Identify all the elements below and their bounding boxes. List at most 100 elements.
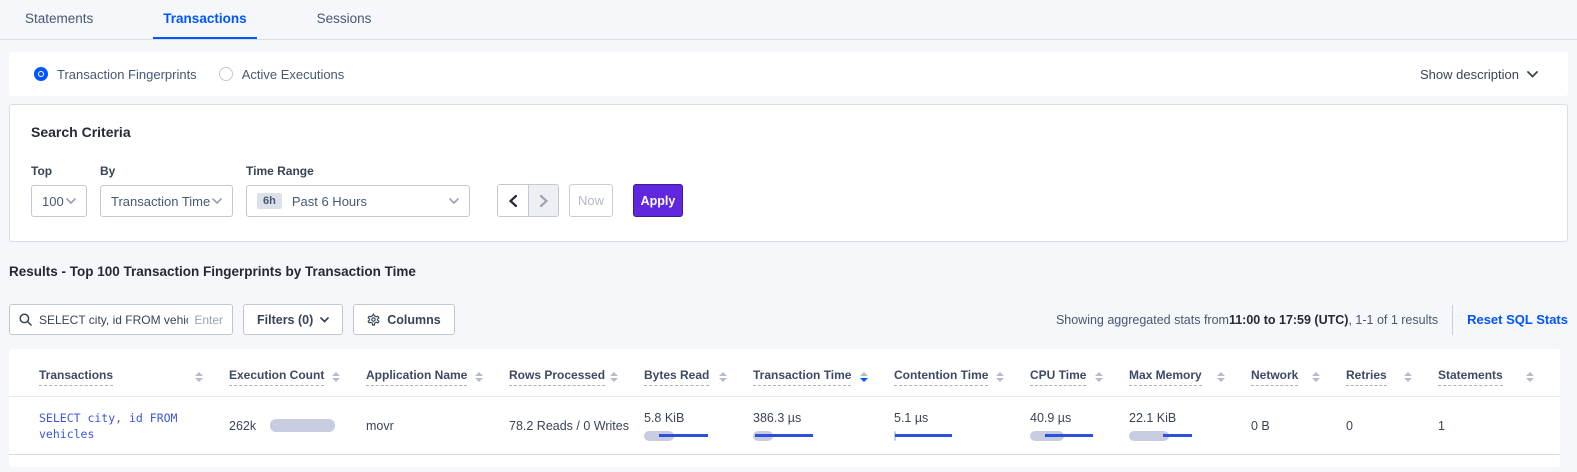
column-label: Retries	[1346, 368, 1387, 386]
column-header-retries[interactable]: Retries	[1346, 368, 1438, 386]
cpu-time-bar	[1030, 431, 1096, 441]
column-header-network[interactable]: Network	[1251, 368, 1346, 386]
columns-button[interactable]: Columns	[353, 304, 454, 335]
cell-rows-processed: 78.2 Reads / 0 Writes	[509, 418, 644, 433]
bytes-read-bar	[644, 431, 710, 441]
cell-transaction-time: 386.3 µs	[753, 411, 894, 441]
page-tabs: Statements Transactions Sessions	[0, 0, 1577, 40]
statements-value: 1	[1438, 419, 1445, 433]
column-label: Statements	[1438, 368, 1503, 386]
sort-icon[interactable]	[1217, 372, 1225, 382]
radio-transaction-fingerprints[interactable]: Transaction Fingerprints	[34, 67, 197, 82]
column-label: Bytes Read	[644, 368, 709, 386]
sort-icon[interactable]	[475, 372, 483, 382]
column-header-cpu-time[interactable]: CPU Time	[1030, 368, 1129, 386]
time-next-button[interactable]	[528, 185, 558, 216]
tab-statements[interactable]: Statements	[25, 0, 103, 39]
column-label: Transaction Time	[753, 368, 851, 386]
top-label: Top	[31, 164, 87, 178]
time-nav-group	[497, 184, 559, 217]
reset-sql-stats-link[interactable]: Reset SQL Stats	[1467, 312, 1568, 327]
sort-icon[interactable]	[1312, 372, 1320, 382]
cell-cpu-time: 40.9 µs	[1030, 411, 1129, 441]
column-label: CPU Time	[1030, 368, 1086, 386]
divider	[1452, 305, 1453, 335]
tab-sessions[interactable]: Sessions	[307, 0, 382, 39]
column-header-contention-time[interactable]: Contention Time	[894, 368, 1030, 386]
now-button[interactable]: Now	[569, 184, 613, 217]
column-label: Network	[1251, 368, 1298, 386]
contention-time-value: 5.1 µs	[894, 411, 1030, 425]
by-label: By	[100, 164, 233, 178]
column-header-transactions[interactable]: Transactions	[39, 368, 229, 386]
cell-network: 0 B	[1251, 418, 1346, 433]
time-range-value: Past 6 Hours	[292, 194, 367, 209]
column-header-execution-count[interactable]: Execution Count	[229, 368, 366, 386]
column-header-bytes-read[interactable]: Bytes Read	[644, 368, 753, 386]
results-toolbar: SELECT city, id FROM vehicles W Enter Fi…	[9, 304, 1568, 335]
sql-line: SELECT city, id FROM	[39, 410, 229, 426]
column-header-transaction-time[interactable]: Transaction Time	[753, 368, 894, 386]
cell-statements: 1	[1438, 418, 1560, 433]
sort-icon[interactable]	[1526, 372, 1534, 382]
filters-label: Filters (0)	[257, 313, 313, 327]
sort-icon[interactable]	[610, 372, 618, 382]
radio-active-executions[interactable]: Active Executions	[219, 67, 345, 82]
execution-count-value: 262k	[229, 419, 256, 433]
sort-icon[interactable]	[1095, 372, 1103, 382]
by-field: By Transaction Time	[100, 164, 233, 217]
column-label: Application Name	[366, 368, 467, 386]
stats-range: 11:00 to 17:59 (UTC)	[1229, 313, 1348, 327]
execution-count-bar	[270, 419, 335, 432]
aggregated-stats-text: Showing aggregated stats from 11:00 to 1…	[1056, 305, 1568, 335]
column-header-application-name[interactable]: Application Name	[366, 368, 509, 386]
transaction-time-value: 386.3 µs	[753, 411, 894, 425]
by-select[interactable]: Transaction Time	[100, 185, 233, 217]
sort-icon[interactable]	[195, 372, 203, 382]
by-value: Transaction Time	[111, 194, 210, 209]
chevron-left-icon	[509, 195, 517, 207]
apply-button[interactable]: Apply	[633, 184, 683, 217]
search-enter-hint: Enter	[194, 313, 223, 327]
sort-icon[interactable]	[332, 372, 340, 382]
radio-selected-icon	[34, 67, 48, 81]
tab-transactions[interactable]: Transactions	[153, 0, 256, 39]
chevron-down-icon	[212, 198, 222, 204]
sort-icon[interactable]	[996, 372, 1004, 382]
sort-icon[interactable]	[1404, 372, 1412, 382]
chevron-down-icon	[320, 317, 329, 323]
transaction-fingerprint-link[interactable]: SELECT city, id FROM vehicles	[39, 410, 229, 442]
search-criteria-card: Search Criteria Top 100 By Transaction T…	[9, 104, 1568, 242]
cpu-time-value: 40.9 µs	[1030, 411, 1129, 425]
column-label: Contention Time	[894, 368, 988, 386]
view-toggle-panel: Transaction Fingerprints Active Executio…	[9, 52, 1568, 96]
search-query-text: SELECT city, id FROM vehicles W	[39, 313, 188, 327]
sort-icon[interactable]	[719, 372, 727, 382]
show-description-toggle[interactable]: Show description	[1420, 67, 1538, 82]
column-label: Execution Count	[229, 368, 324, 386]
chevron-down-icon	[1527, 71, 1538, 78]
column-header-max-memory[interactable]: Max Memory	[1129, 368, 1251, 386]
cell-bytes-read: 5.8 KiB	[644, 411, 753, 441]
max-memory-value: 22.1 KiB	[1129, 411, 1251, 425]
column-label: Rows Processed	[509, 368, 605, 386]
column-header-statements[interactable]: Statements	[1438, 368, 1560, 386]
results-heading: Results - Top 100 Transaction Fingerprin…	[9, 264, 1577, 279]
cell-transaction: SELECT city, id FROM vehicles	[39, 410, 229, 442]
search-input[interactable]: SELECT city, id FROM vehicles W Enter	[9, 304, 233, 335]
transaction-time-bar	[753, 431, 819, 441]
time-range-select[interactable]: 6h Past 6 Hours	[246, 185, 470, 217]
stats-prefix: Showing aggregated stats from	[1056, 313, 1229, 327]
filters-button[interactable]: Filters (0)	[243, 304, 343, 335]
column-header-rows-processed[interactable]: Rows Processed	[509, 368, 644, 386]
stats-suffix: , 1-1 of 1 results	[1348, 313, 1438, 327]
sort-icon[interactable]	[860, 372, 868, 382]
application-name-value: movr	[366, 419, 394, 433]
sql-line: vehicles	[39, 426, 229, 442]
top-select[interactable]: 100	[31, 185, 87, 217]
time-prev-button[interactable]	[498, 185, 528, 216]
retries-value: 0	[1346, 419, 1353, 433]
cell-application-name: movr	[366, 418, 509, 433]
columns-label: Columns	[387, 313, 440, 327]
rows-processed-value: 78.2 Reads / 0 Writes	[509, 419, 629, 433]
